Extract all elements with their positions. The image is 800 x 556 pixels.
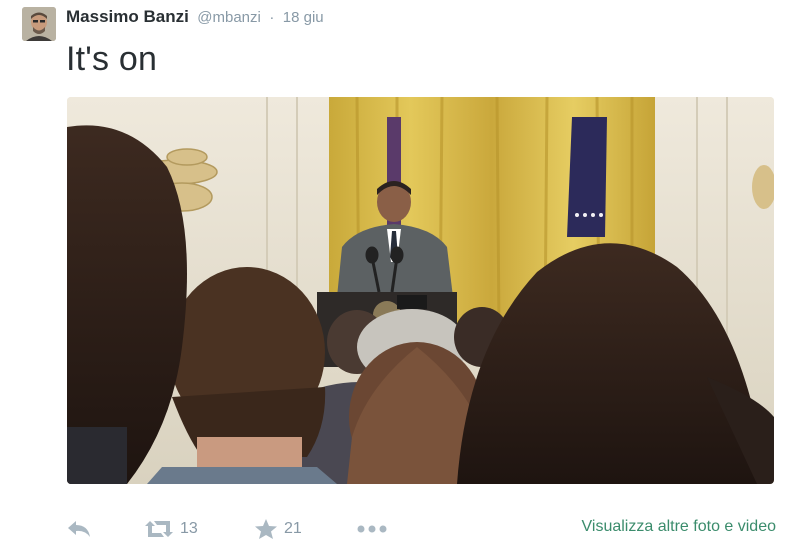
view-more-media-link[interactable]: Visualizza altre foto e video — [582, 518, 776, 536]
retweet-icon — [145, 521, 173, 537]
avatar[interactable] — [22, 7, 56, 41]
author-handle[interactable]: @mbanzi — [197, 9, 261, 26]
more-options-button[interactable] — [356, 512, 388, 546]
reply-icon — [68, 521, 90, 537]
favorite-count: 21 — [284, 520, 302, 537]
favorite-button[interactable]: 21 — [254, 512, 302, 546]
tweet-header: Massimo Banzi @mbanzi · 18 giu — [66, 7, 324, 29]
avatar-image — [22, 7, 56, 41]
retweet-count: 13 — [180, 520, 198, 537]
reply-button[interactable] — [66, 512, 92, 546]
separator-dot: · — [269, 9, 275, 26]
star-icon — [255, 519, 277, 539]
timestamp[interactable]: 18 giu — [283, 9, 324, 26]
tweet-photo[interactable] — [67, 97, 774, 484]
tweet-text: It's on — [66, 40, 158, 78]
retweet-button[interactable]: 13 — [144, 512, 198, 546]
author-name[interactable]: Massimo Banzi — [66, 7, 189, 26]
tweet-actions: 13 21 Visualizza altre foto e video — [66, 512, 776, 546]
tweet: Massimo Banzi @mbanzi · 18 giu It's on 1… — [0, 0, 800, 556]
ellipsis-icon — [357, 525, 387, 533]
photo-illustration — [67, 97, 774, 484]
